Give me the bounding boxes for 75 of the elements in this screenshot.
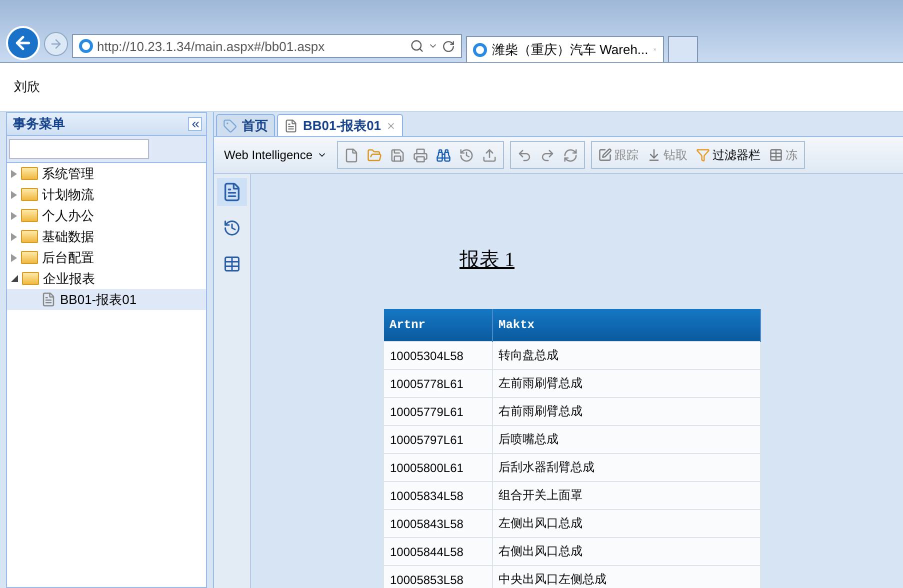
table-cell: 10005853L58 xyxy=(384,566,492,588)
back-button[interactable] xyxy=(6,26,40,60)
tab[interactable]: BB01-报表01 xyxy=(277,114,404,136)
folder-icon xyxy=(21,167,38,180)
table-cell: 左侧出风口总成 xyxy=(492,510,760,538)
history-icon xyxy=(458,148,474,162)
document-icon xyxy=(222,182,242,202)
table-cell: 10005800L61 xyxy=(384,454,492,482)
folder-icon xyxy=(21,188,38,201)
tree-item[interactable]: 个人办公 xyxy=(7,205,206,226)
table-cell: 10005834L58 xyxy=(384,482,492,510)
address-bar[interactable]: http://10.23.1.34/main.aspx#/bb01.aspx xyxy=(72,34,462,58)
mode-dropdown[interactable]: Web Intelligence xyxy=(220,148,330,162)
undo-icon xyxy=(516,148,532,162)
table-cell: 10005844L58 xyxy=(384,538,492,566)
table-cell: 组合开关上面罩 xyxy=(492,482,760,510)
table-icon xyxy=(223,255,241,273)
tree-item[interactable]: 后台配置 xyxy=(7,247,206,268)
refresh-icon xyxy=(562,148,578,162)
column-header: Artnr xyxy=(384,309,492,342)
export-icon xyxy=(482,148,496,162)
close-icon xyxy=(386,120,396,130)
collapse-button[interactable] xyxy=(188,117,202,131)
column-header: Maktx xyxy=(492,309,760,342)
folder-icon xyxy=(366,148,382,162)
user-name: 刘欣 xyxy=(14,78,40,96)
table-cell: 中央出风口左侧总成 xyxy=(492,566,760,588)
filter-icon xyxy=(696,148,710,162)
table-cell: 后喷嘴总成 xyxy=(492,426,760,454)
table-cell: 10005797L61 xyxy=(384,426,492,454)
table-cell: 右前雨刷臂总成 xyxy=(492,398,760,426)
toolbar-button[interactable]: 过滤器栏 xyxy=(696,146,760,164)
table-icon xyxy=(768,148,782,162)
search-field[interactable] xyxy=(9,139,149,159)
redo-icon xyxy=(540,148,554,162)
tree-item[interactable]: 企业报表 xyxy=(7,268,206,289)
report-title: 报表 1 xyxy=(460,248,514,273)
binoculars-icon xyxy=(436,148,450,162)
document-view-button[interactable] xyxy=(217,178,247,206)
tab[interactable]: 首页 xyxy=(216,114,275,136)
folder-icon xyxy=(22,272,39,285)
table-cell: 左前雨刷臂总成 xyxy=(492,370,760,398)
history-icon xyxy=(223,219,241,237)
tree-item[interactable]: 系统管理 xyxy=(7,163,206,184)
table-cell: 10005779L61 xyxy=(384,398,492,426)
folder-icon xyxy=(21,230,38,243)
table-cell: 10005778L61 xyxy=(384,370,492,398)
table-cell: 后刮水器刮臂总成 xyxy=(492,454,760,482)
table-cell: 10005304L58 xyxy=(384,342,492,370)
folder-icon xyxy=(21,251,38,264)
browser-logo-icon xyxy=(79,39,93,53)
table-cell: 右侧出风口总成 xyxy=(492,538,760,566)
new-tab-button[interactable] xyxy=(668,36,698,62)
browser-tab[interactable]: 潍柴（重庆）汽车 Wareh... xyxy=(466,36,664,62)
tree-item[interactable]: 基础数据 xyxy=(7,226,206,247)
table-cell: 10005843L58 xyxy=(384,510,492,538)
collapse-icon xyxy=(190,118,200,130)
tree-item[interactable]: 计划物流 xyxy=(7,184,206,205)
printer-icon xyxy=(412,148,428,162)
forward-arrow-icon xyxy=(49,37,63,51)
forward-button[interactable] xyxy=(44,32,68,56)
folder-icon xyxy=(21,209,38,222)
browser-logo-icon xyxy=(473,42,487,56)
sidebar-title: 事务菜单 xyxy=(13,115,65,133)
search-icon xyxy=(410,39,424,53)
save-icon xyxy=(390,148,404,162)
document-icon xyxy=(41,292,56,307)
refresh-icon xyxy=(442,40,455,52)
edit-icon xyxy=(598,148,612,162)
tag-icon xyxy=(223,118,237,132)
download-icon xyxy=(646,148,660,162)
new-document-icon xyxy=(344,148,358,162)
document-icon xyxy=(284,118,298,132)
tree-item[interactable]: BB01-报表01 xyxy=(7,289,206,310)
table-cell: 转向盘总成 xyxy=(492,342,760,370)
